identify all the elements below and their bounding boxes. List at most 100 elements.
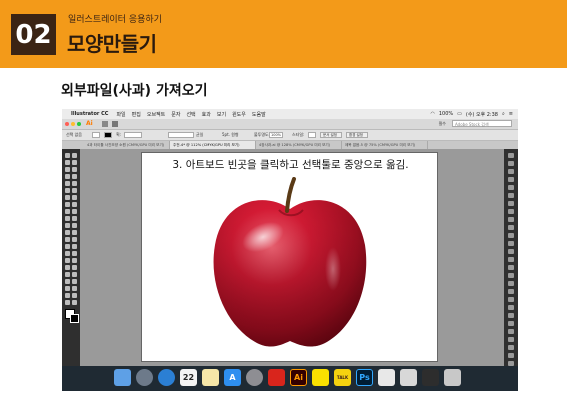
- tool-icon[interactable]: [72, 293, 77, 298]
- battery-icon[interactable]: ▭: [457, 111, 462, 117]
- stock-search-input[interactable]: Adobe Stock 검색: [452, 120, 512, 127]
- workspace-switcher[interactable]: 필수: [439, 121, 446, 127]
- photoshop-icon[interactable]: Ps: [356, 369, 373, 386]
- menu-list-icon[interactable]: ≡: [509, 111, 513, 117]
- terminal-icon[interactable]: [422, 369, 439, 386]
- minimize-window-icon[interactable]: [71, 122, 75, 126]
- tool-icon[interactable]: [65, 237, 70, 242]
- stroke-swatch[interactable]: [104, 132, 112, 138]
- panel-icon[interactable]: [508, 321, 514, 326]
- brush-style-label[interactable]: 균일: [196, 132, 203, 138]
- tool-icon[interactable]: [72, 279, 77, 284]
- stroke-color-icon[interactable]: [70, 314, 79, 323]
- fill-swatch[interactable]: [92, 132, 100, 138]
- calendar-icon[interactable]: 22: [180, 369, 197, 386]
- panel-icon[interactable]: [508, 217, 514, 222]
- preview-icon[interactable]: [378, 369, 395, 386]
- tool-icon[interactable]: [65, 293, 70, 298]
- tab-document-4[interactable]: 제목 없음-5 @ 75% (CMYK/GPU 미리 보기): [342, 141, 428, 149]
- kakaotalk-icon[interactable]: [312, 369, 329, 386]
- menu-type[interactable]: 문자: [168, 111, 183, 118]
- panel-icon[interactable]: [508, 209, 514, 214]
- tool-icon[interactable]: [65, 251, 70, 256]
- tool-icon[interactable]: [72, 237, 77, 242]
- notes-icon[interactable]: [202, 369, 219, 386]
- menu-effect[interactable]: 효과: [199, 111, 214, 118]
- menu-edit[interactable]: 편집: [129, 111, 144, 118]
- style-swatch[interactable]: [308, 132, 316, 138]
- variable-width-select[interactable]: [168, 132, 194, 138]
- panel-icon[interactable]: [508, 353, 514, 358]
- zoom-window-icon[interactable]: [77, 122, 81, 126]
- tool-icon[interactable]: [65, 300, 70, 305]
- tool-icon[interactable]: [65, 244, 70, 249]
- stroke-weight-input[interactable]: [124, 132, 142, 138]
- tool-icon[interactable]: [65, 209, 70, 214]
- opacity-input[interactable]: 100%: [269, 132, 283, 138]
- tool-icon[interactable]: [72, 300, 77, 305]
- panel-icon[interactable]: [508, 201, 514, 206]
- menu-select[interactable]: 선택: [183, 111, 198, 118]
- acrobat-icon[interactable]: [268, 369, 285, 386]
- panel-icon[interactable]: [508, 161, 514, 166]
- tool-icon[interactable]: [65, 202, 70, 207]
- tool-icon[interactable]: [72, 223, 77, 228]
- tool-icon[interactable]: [65, 153, 70, 158]
- menu-view[interactable]: 보기: [214, 111, 229, 118]
- tool-icon[interactable]: [65, 265, 70, 270]
- tool-icon[interactable]: [72, 188, 77, 193]
- apple-image[interactable]: [205, 177, 375, 357]
- artboard[interactable]: 3. 아트보드 빈곳을 클릭하고 선택툴로 중앙으로 옮김.: [141, 152, 438, 362]
- tool-icon[interactable]: [72, 202, 77, 207]
- panel-icon[interactable]: [508, 169, 514, 174]
- tool-icon[interactable]: [65, 167, 70, 172]
- tool-icon[interactable]: [72, 272, 77, 277]
- app-menu[interactable]: Illustrator CC: [71, 111, 113, 117]
- panel-icon[interactable]: [508, 297, 514, 302]
- menu-window[interactable]: 윈도우: [229, 111, 249, 118]
- arrange-docs-icon[interactable]: [112, 121, 118, 127]
- panel-icon[interactable]: [508, 337, 514, 342]
- menu-file[interactable]: 파일: [113, 111, 128, 118]
- preferences-button[interactable]: 환경 설정: [346, 132, 368, 138]
- panel-icon[interactable]: [508, 305, 514, 310]
- tool-icon[interactable]: [72, 216, 77, 221]
- system-prefs-icon[interactable]: [246, 369, 263, 386]
- tool-icon[interactable]: [72, 265, 77, 270]
- panel-icon[interactable]: [508, 265, 514, 270]
- panel-icon[interactable]: [508, 289, 514, 294]
- tool-icon[interactable]: [65, 279, 70, 284]
- panel-icon[interactable]: [508, 177, 514, 182]
- tool-icon[interactable]: [72, 153, 77, 158]
- tool-icon[interactable]: [72, 230, 77, 235]
- tool-icon[interactable]: [65, 230, 70, 235]
- tool-icon[interactable]: [65, 160, 70, 165]
- trash-icon[interactable]: [444, 369, 461, 386]
- close-window-icon[interactable]: [65, 122, 69, 126]
- document-setup-button[interactable]: 문서 설정: [320, 132, 342, 138]
- tool-icon[interactable]: [65, 216, 70, 221]
- clock-text[interactable]: (수) 오후 2:38: [466, 111, 498, 118]
- tool-icon[interactable]: [72, 160, 77, 165]
- panel-icon[interactable]: [508, 185, 514, 190]
- tool-icon[interactable]: [65, 272, 70, 277]
- safari-icon[interactable]: [158, 369, 175, 386]
- tool-icon[interactable]: [65, 181, 70, 186]
- panel-icon[interactable]: [508, 273, 514, 278]
- finder-icon[interactable]: [114, 369, 131, 386]
- tool-icon[interactable]: [72, 258, 77, 263]
- tool-icon[interactable]: [72, 286, 77, 291]
- tab-document-2[interactable]: 주전-4* @ 112% (CMYK/GPU 미리 보기): [170, 141, 256, 149]
- tool-icon[interactable]: [65, 195, 70, 200]
- tool-icon[interactable]: [65, 174, 70, 179]
- panel-icon[interactable]: [508, 241, 514, 246]
- menu-object[interactable]: 오브젝트: [144, 111, 168, 118]
- wifi-icon[interactable]: ◠: [430, 111, 434, 117]
- tab-document-3[interactable]: 4장사과.ai @ 128% (CMYK/GPU 미리 보기): [256, 141, 342, 149]
- panel-icon[interactable]: [508, 193, 514, 198]
- talk-icon[interactable]: TALK: [334, 369, 351, 386]
- panel-icon[interactable]: [508, 257, 514, 262]
- tool-icon[interactable]: [72, 251, 77, 256]
- tool-icon[interactable]: [72, 244, 77, 249]
- tool-icon[interactable]: [72, 195, 77, 200]
